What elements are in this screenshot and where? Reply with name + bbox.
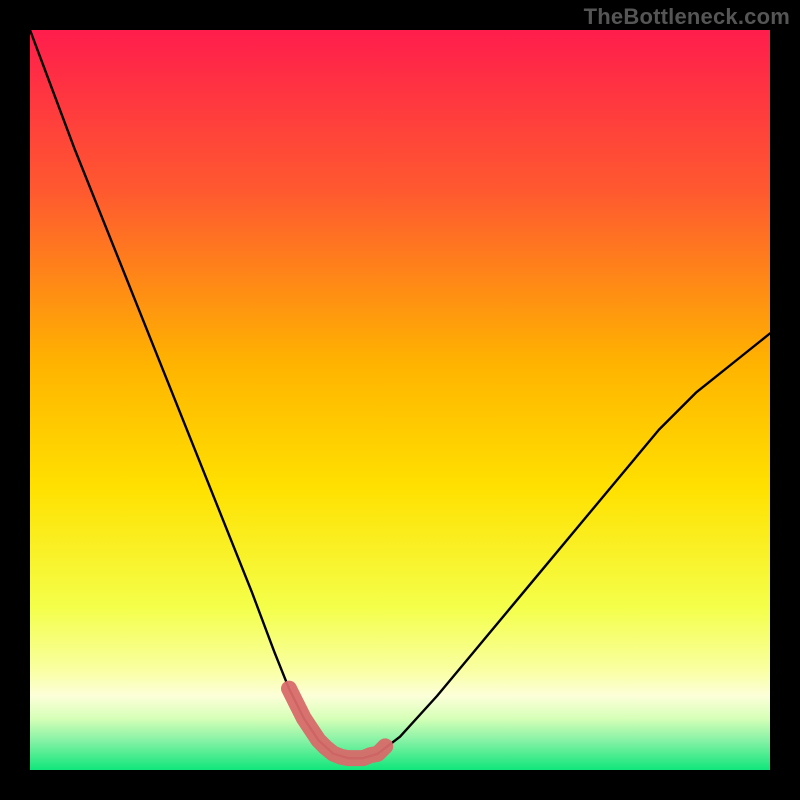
chart-stage: TheBottleneck.com [0,0,800,800]
gradient-background [30,30,770,770]
plot-svg [30,30,770,770]
bottleneck-plot [30,30,770,770]
watermark-text: TheBottleneck.com [584,4,790,30]
